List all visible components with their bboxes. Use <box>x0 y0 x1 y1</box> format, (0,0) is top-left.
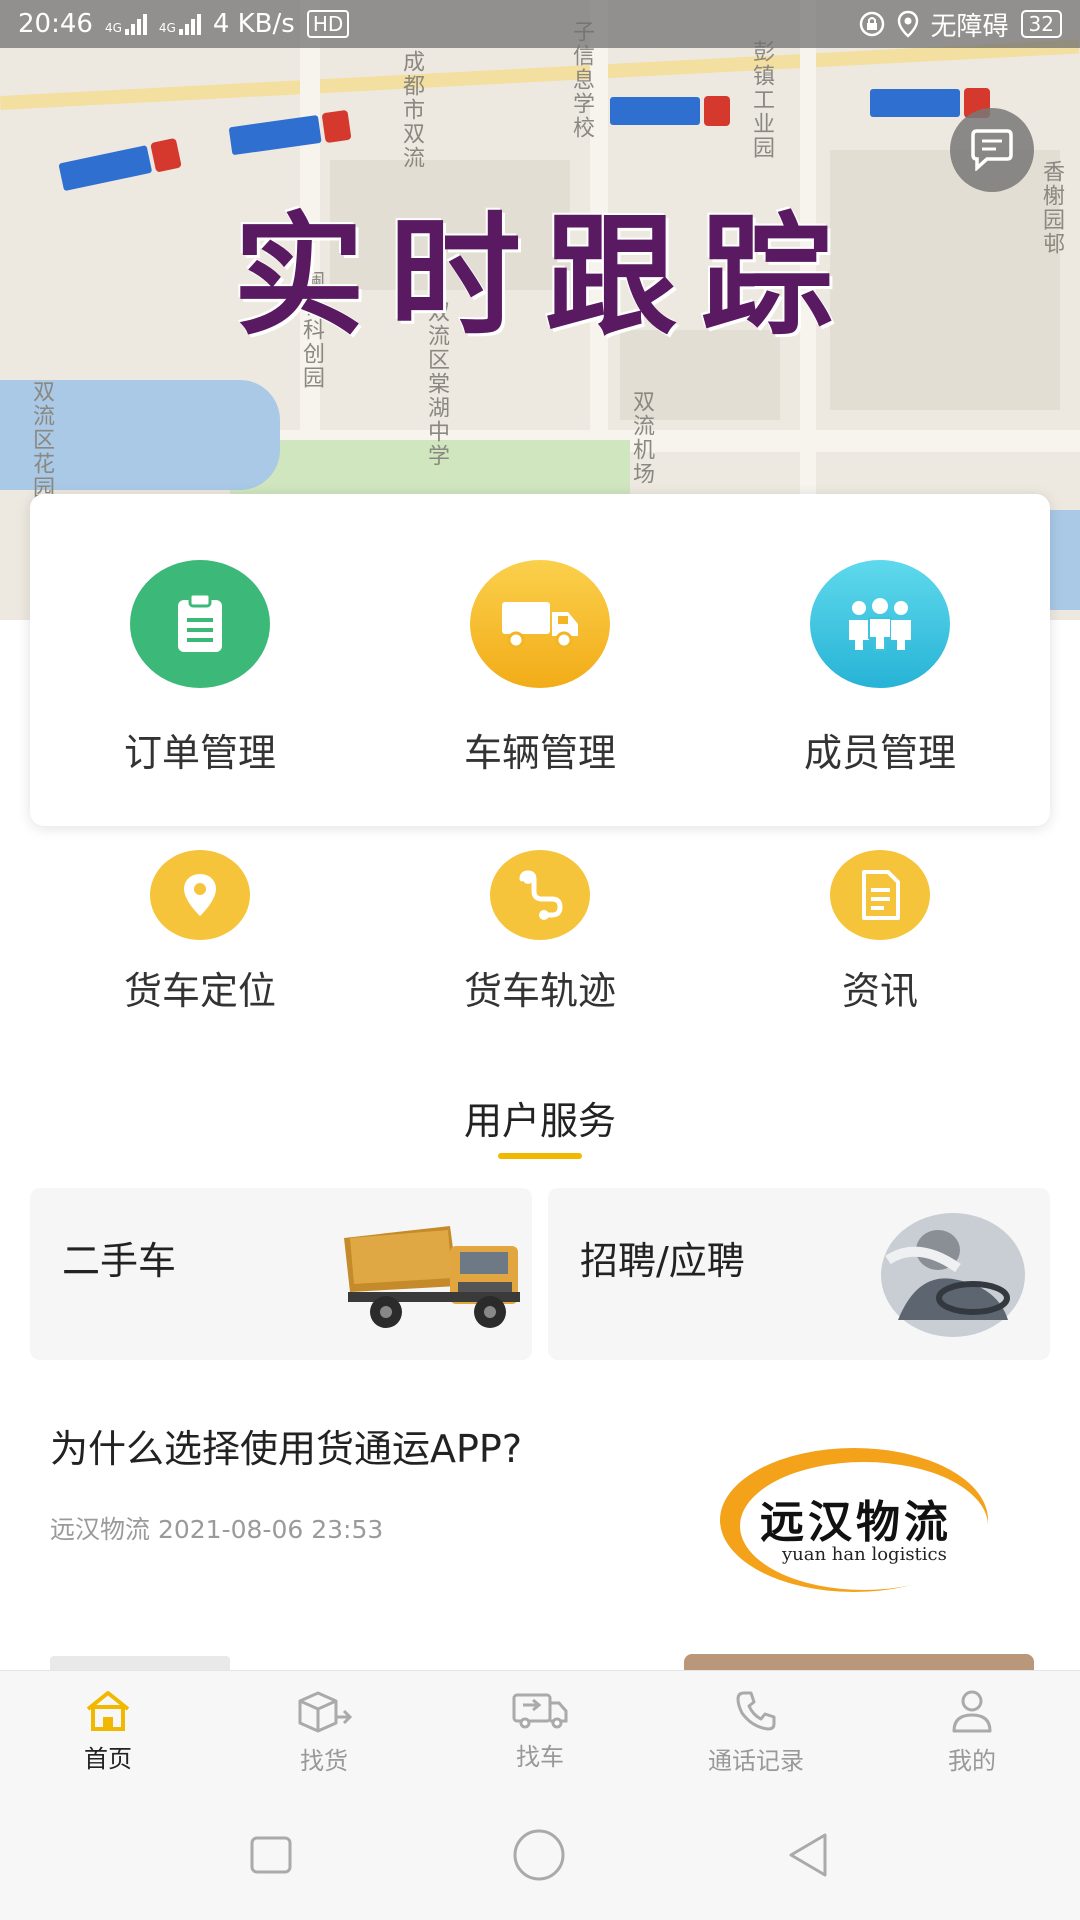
tab-label: 找货 <box>300 1747 348 1775</box>
network-speed: 4 KB/s <box>212 9 295 39</box>
main-feature-card: 订单管理 车辆管理 成员管理 <box>30 494 1050 826</box>
feature-label: 成员管理 <box>803 731 956 775</box>
feature-label: 车辆管理 <box>463 731 616 775</box>
map-label: 双流机场 <box>629 390 654 486</box>
map-truck-icon <box>228 109 352 156</box>
service-label: 二手车 <box>62 1239 177 1283</box>
map-label: 香榭园邨 <box>1039 160 1064 256</box>
truck-route-button[interactable]: 货车轨迹 <box>390 850 690 1015</box>
news-button[interactable]: 资讯 <box>730 850 1030 1015</box>
vehicle-management-button[interactable]: 车辆管理 <box>390 560 690 826</box>
recent-apps-button[interactable] <box>249 1835 293 1875</box>
company-logo: 远汉物流 yuan han logistics <box>716 1446 988 1596</box>
signal-icon: 4G <box>159 13 201 35</box>
map-label: 成都市双流 <box>399 50 424 170</box>
system-navigation-bar <box>0 1790 1080 1920</box>
chat-icon <box>971 129 1013 171</box>
package-icon <box>298 1691 352 1733</box>
tab-label: 首页 <box>84 1745 132 1773</box>
accessibility-status: 无障碍 <box>930 11 1009 42</box>
location-pin-icon <box>150 850 250 940</box>
feature-label: 货车轨迹 <box>463 969 616 1013</box>
lock-rotation-icon <box>859 11 884 37</box>
location-icon <box>897 10 918 38</box>
tab-label: 找车 <box>516 1743 564 1771</box>
map-truck-icon <box>610 96 730 126</box>
section-underline <box>498 1153 582 1159</box>
route-icon <box>490 850 590 940</box>
article-title[interactable]: 为什么选择使用货通运APP? <box>50 1418 522 1473</box>
article-datetime: 2021-08-06 23:53 <box>157 1515 384 1544</box>
bottom-tab-bar: 首页 找货 找车 通话记录 我的 <box>0 1670 1080 1790</box>
battery-level: 32 <box>1028 12 1054 36</box>
tab-label: 我的 <box>948 1747 996 1775</box>
dump-truck-image <box>344 1226 520 1328</box>
article-meta: 远汉物流 2021-08-06 23:53 <box>50 1510 383 1546</box>
tab-home[interactable]: 首页 <box>18 1689 198 1774</box>
banner-title: 实时跟踪 <box>233 199 857 354</box>
map-label: 双流区花园 <box>29 380 54 500</box>
sub-feature-row: 货车定位 货车轨迹 资讯 <box>30 850 1050 1015</box>
people-icon <box>810 560 950 688</box>
tab-find-vehicle[interactable]: 找车 <box>450 1689 630 1772</box>
tab-label: 通话记录 <box>708 1747 804 1775</box>
truck-location-button[interactable]: 货车定位 <box>50 850 350 1015</box>
tab-profile[interactable]: 我的 <box>882 1689 1062 1776</box>
chat-button[interactable] <box>950 108 1034 192</box>
logo-en-text: yuan han logistics <box>782 1544 947 1565</box>
battery-icon: 32 <box>1020 10 1062 38</box>
phone-icon <box>736 1691 776 1731</box>
clipboard-icon <box>130 560 270 688</box>
home-button[interactable] <box>512 1828 566 1882</box>
home-icon <box>86 1691 130 1731</box>
article-source: 远汉物流 <box>50 1515 151 1544</box>
feature-label: 订单管理 <box>123 731 276 775</box>
status-bar: 20:46 4G 4G 4 KB/s HD 无障碍 32 <box>0 0 1080 48</box>
section-title: 用户服务 <box>463 1099 616 1143</box>
network-type: 4G <box>104 21 122 35</box>
document-icon <box>830 850 930 940</box>
tab-find-goods[interactable]: 找货 <box>234 1689 414 1776</box>
driver-image <box>881 1213 1025 1337</box>
feature-label: 货车定位 <box>123 969 276 1013</box>
used-truck-card[interactable]: 二手车 <box>30 1188 532 1360</box>
map-label: 彭镇工业园 <box>749 40 774 160</box>
logo-cn-text: 远汉物流 <box>760 1497 952 1548</box>
hd-badge: HD <box>306 10 350 38</box>
van-icon <box>512 1693 568 1729</box>
order-management-button[interactable]: 订单管理 <box>50 560 350 826</box>
recruitment-card[interactable]: 招聘/应聘 <box>548 1188 1050 1360</box>
truck-icon <box>470 560 610 688</box>
status-time: 20:46 <box>18 9 93 39</box>
member-management-button[interactable]: 成员管理 <box>730 560 1030 826</box>
tab-call-log[interactable]: 通话记录 <box>666 1689 846 1776</box>
user-icon <box>952 1690 992 1733</box>
network-type: 4G <box>158 21 176 35</box>
service-label: 招聘/应聘 <box>580 1239 745 1283</box>
feature-label: 资讯 <box>841 969 918 1013</box>
back-button[interactable] <box>785 1831 831 1879</box>
signal-icon: 4G <box>105 13 147 35</box>
